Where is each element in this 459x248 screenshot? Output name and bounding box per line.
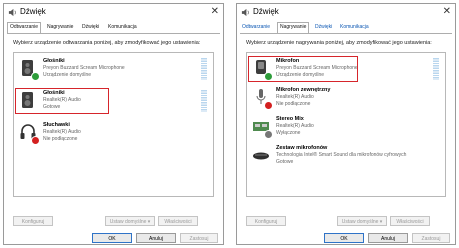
properties-button[interactable]: Właściwości bbox=[158, 216, 198, 226]
instruction-text: Wybierz urządzenie odtwarzania poniżej, … bbox=[13, 40, 201, 46]
apply-button[interactable]: Zastosuj bbox=[412, 233, 450, 243]
tab-recording[interactable]: Nagrywanie bbox=[45, 23, 75, 32]
device-item[interactable]: Stereo Mix Realtek(R) Audio Wyłączone bbox=[249, 115, 443, 139]
set-default-button[interactable]: Ustaw domyślne ▾ bbox=[337, 216, 387, 226]
speaker-icon bbox=[8, 8, 16, 17]
highlight-box bbox=[15, 88, 109, 114]
device-list: Głośniki Preyon Buzzard Scream Microphon… bbox=[13, 52, 214, 197]
device-item[interactable]: Mikrofon zewnętrzny Realtek(R) Audio Nie… bbox=[249, 86, 443, 110]
apply-button[interactable]: Zastosuj bbox=[180, 233, 218, 243]
tab-divider bbox=[240, 33, 452, 34]
set-default-button[interactable]: Ustaw domyślne ▾ bbox=[105, 216, 155, 226]
default-check-icon bbox=[31, 72, 40, 81]
disabled-icon bbox=[264, 130, 273, 139]
device-driver: Realtek(R) Audio bbox=[276, 123, 314, 129]
device-name: Zestaw mikrofonów bbox=[276, 145, 328, 151]
dropdown-arrow-icon[interactable]: ▾ bbox=[380, 219, 383, 225]
set-default-label: Ustaw domyślne bbox=[341, 219, 379, 225]
device-item[interactable]: Głośniki Preyon Buzzard Scream Microphon… bbox=[16, 57, 211, 81]
title-bar: Dźwięk ✕ bbox=[4, 4, 223, 21]
title-bar: Dźwięk ✕ bbox=[237, 4, 455, 21]
not-connected-icon bbox=[31, 136, 40, 145]
device-name: Stereo Mix bbox=[276, 116, 304, 122]
dropdown-arrow-icon[interactable]: ▾ bbox=[148, 219, 151, 225]
device-status: Wyłączone bbox=[276, 130, 301, 136]
set-default-label: Ustaw domyślne bbox=[109, 219, 147, 225]
device-driver: Preyon Buzzard Scream Microphone bbox=[43, 65, 125, 71]
device-status: Gotowe bbox=[276, 159, 294, 165]
device-status: Urządzenie domyślne bbox=[43, 72, 92, 78]
device-status: Nie podłączone bbox=[276, 101, 311, 107]
close-icon[interactable]: ✕ bbox=[211, 6, 219, 17]
properties-button[interactable]: Właściwości bbox=[390, 216, 430, 226]
instruction-text: Wybierz urządzenie nagrywania poniżej, a… bbox=[246, 40, 432, 46]
window-title: Dźwięk bbox=[20, 7, 46, 16]
ok-button[interactable]: OK bbox=[324, 233, 364, 243]
tab-sounds[interactable]: Dźwięki bbox=[313, 23, 334, 32]
window-title: Dźwięk bbox=[253, 7, 279, 16]
cancel-button[interactable]: Anuluj bbox=[368, 233, 408, 243]
device-driver: Realtek(R) Audio bbox=[43, 129, 81, 135]
tab-divider bbox=[7, 33, 220, 34]
tab-strip: Odtwarzanie Nagrywanie Dźwięki Komunikac… bbox=[240, 22, 452, 33]
device-name: Mikrofon zewnętrzny bbox=[276, 87, 331, 93]
close-icon[interactable]: ✕ bbox=[443, 6, 451, 17]
ok-button[interactable]: OK bbox=[92, 233, 132, 243]
tab-playback[interactable]: Odtwarzanie bbox=[7, 22, 42, 33]
sound-dialog-recording: Dźwięk ✕ Odtwarzanie Nagrywanie Dźwięki … bbox=[236, 3, 456, 245]
tab-sounds[interactable]: Dźwięki bbox=[80, 23, 101, 32]
tab-strip: Odtwarzanie Nagrywanie Dźwięki Komunikac… bbox=[7, 22, 220, 33]
tab-communication[interactable]: Komunikacja bbox=[338, 23, 371, 32]
tab-playback[interactable]: Odtwarzanie bbox=[240, 23, 272, 32]
level-meter bbox=[201, 90, 207, 112]
device-status: Nie podłączone bbox=[43, 136, 78, 142]
device-item[interactable]: Zestaw mikrofonów Technologia Intel® Sma… bbox=[249, 144, 443, 168]
cancel-button[interactable]: Anuluj bbox=[136, 233, 176, 243]
configure-button[interactable]: Konfiguruj bbox=[13, 216, 53, 226]
not-connected-icon bbox=[264, 101, 273, 110]
level-meter bbox=[201, 58, 207, 80]
device-name: Głośniki bbox=[43, 58, 65, 64]
sound-dialog-playback: Dźwięk ✕ Odtwarzanie Nagrywanie Dźwięki … bbox=[3, 3, 224, 245]
configure-button[interactable]: Konfiguruj bbox=[246, 216, 286, 226]
device-list: Mikrofon Preyon Buzzard Scream Microphon… bbox=[246, 52, 446, 197]
microphone-array-icon bbox=[253, 152, 269, 160]
tab-recording[interactable]: Nagrywanie bbox=[277, 22, 310, 33]
device-item[interactable]: Słuchawki Realtek(R) Audio Nie podłączon… bbox=[16, 121, 211, 145]
device-driver: Realtek(R) Audio bbox=[276, 94, 314, 100]
device-driver: Technologia Intel® Smart Sound dla mikro… bbox=[276, 152, 407, 158]
speaker-icon bbox=[241, 8, 249, 17]
highlight-box bbox=[248, 56, 358, 82]
device-name: Słuchawki bbox=[43, 122, 70, 128]
tab-communication[interactable]: Komunikacja bbox=[106, 23, 139, 32]
level-meter bbox=[433, 58, 439, 80]
